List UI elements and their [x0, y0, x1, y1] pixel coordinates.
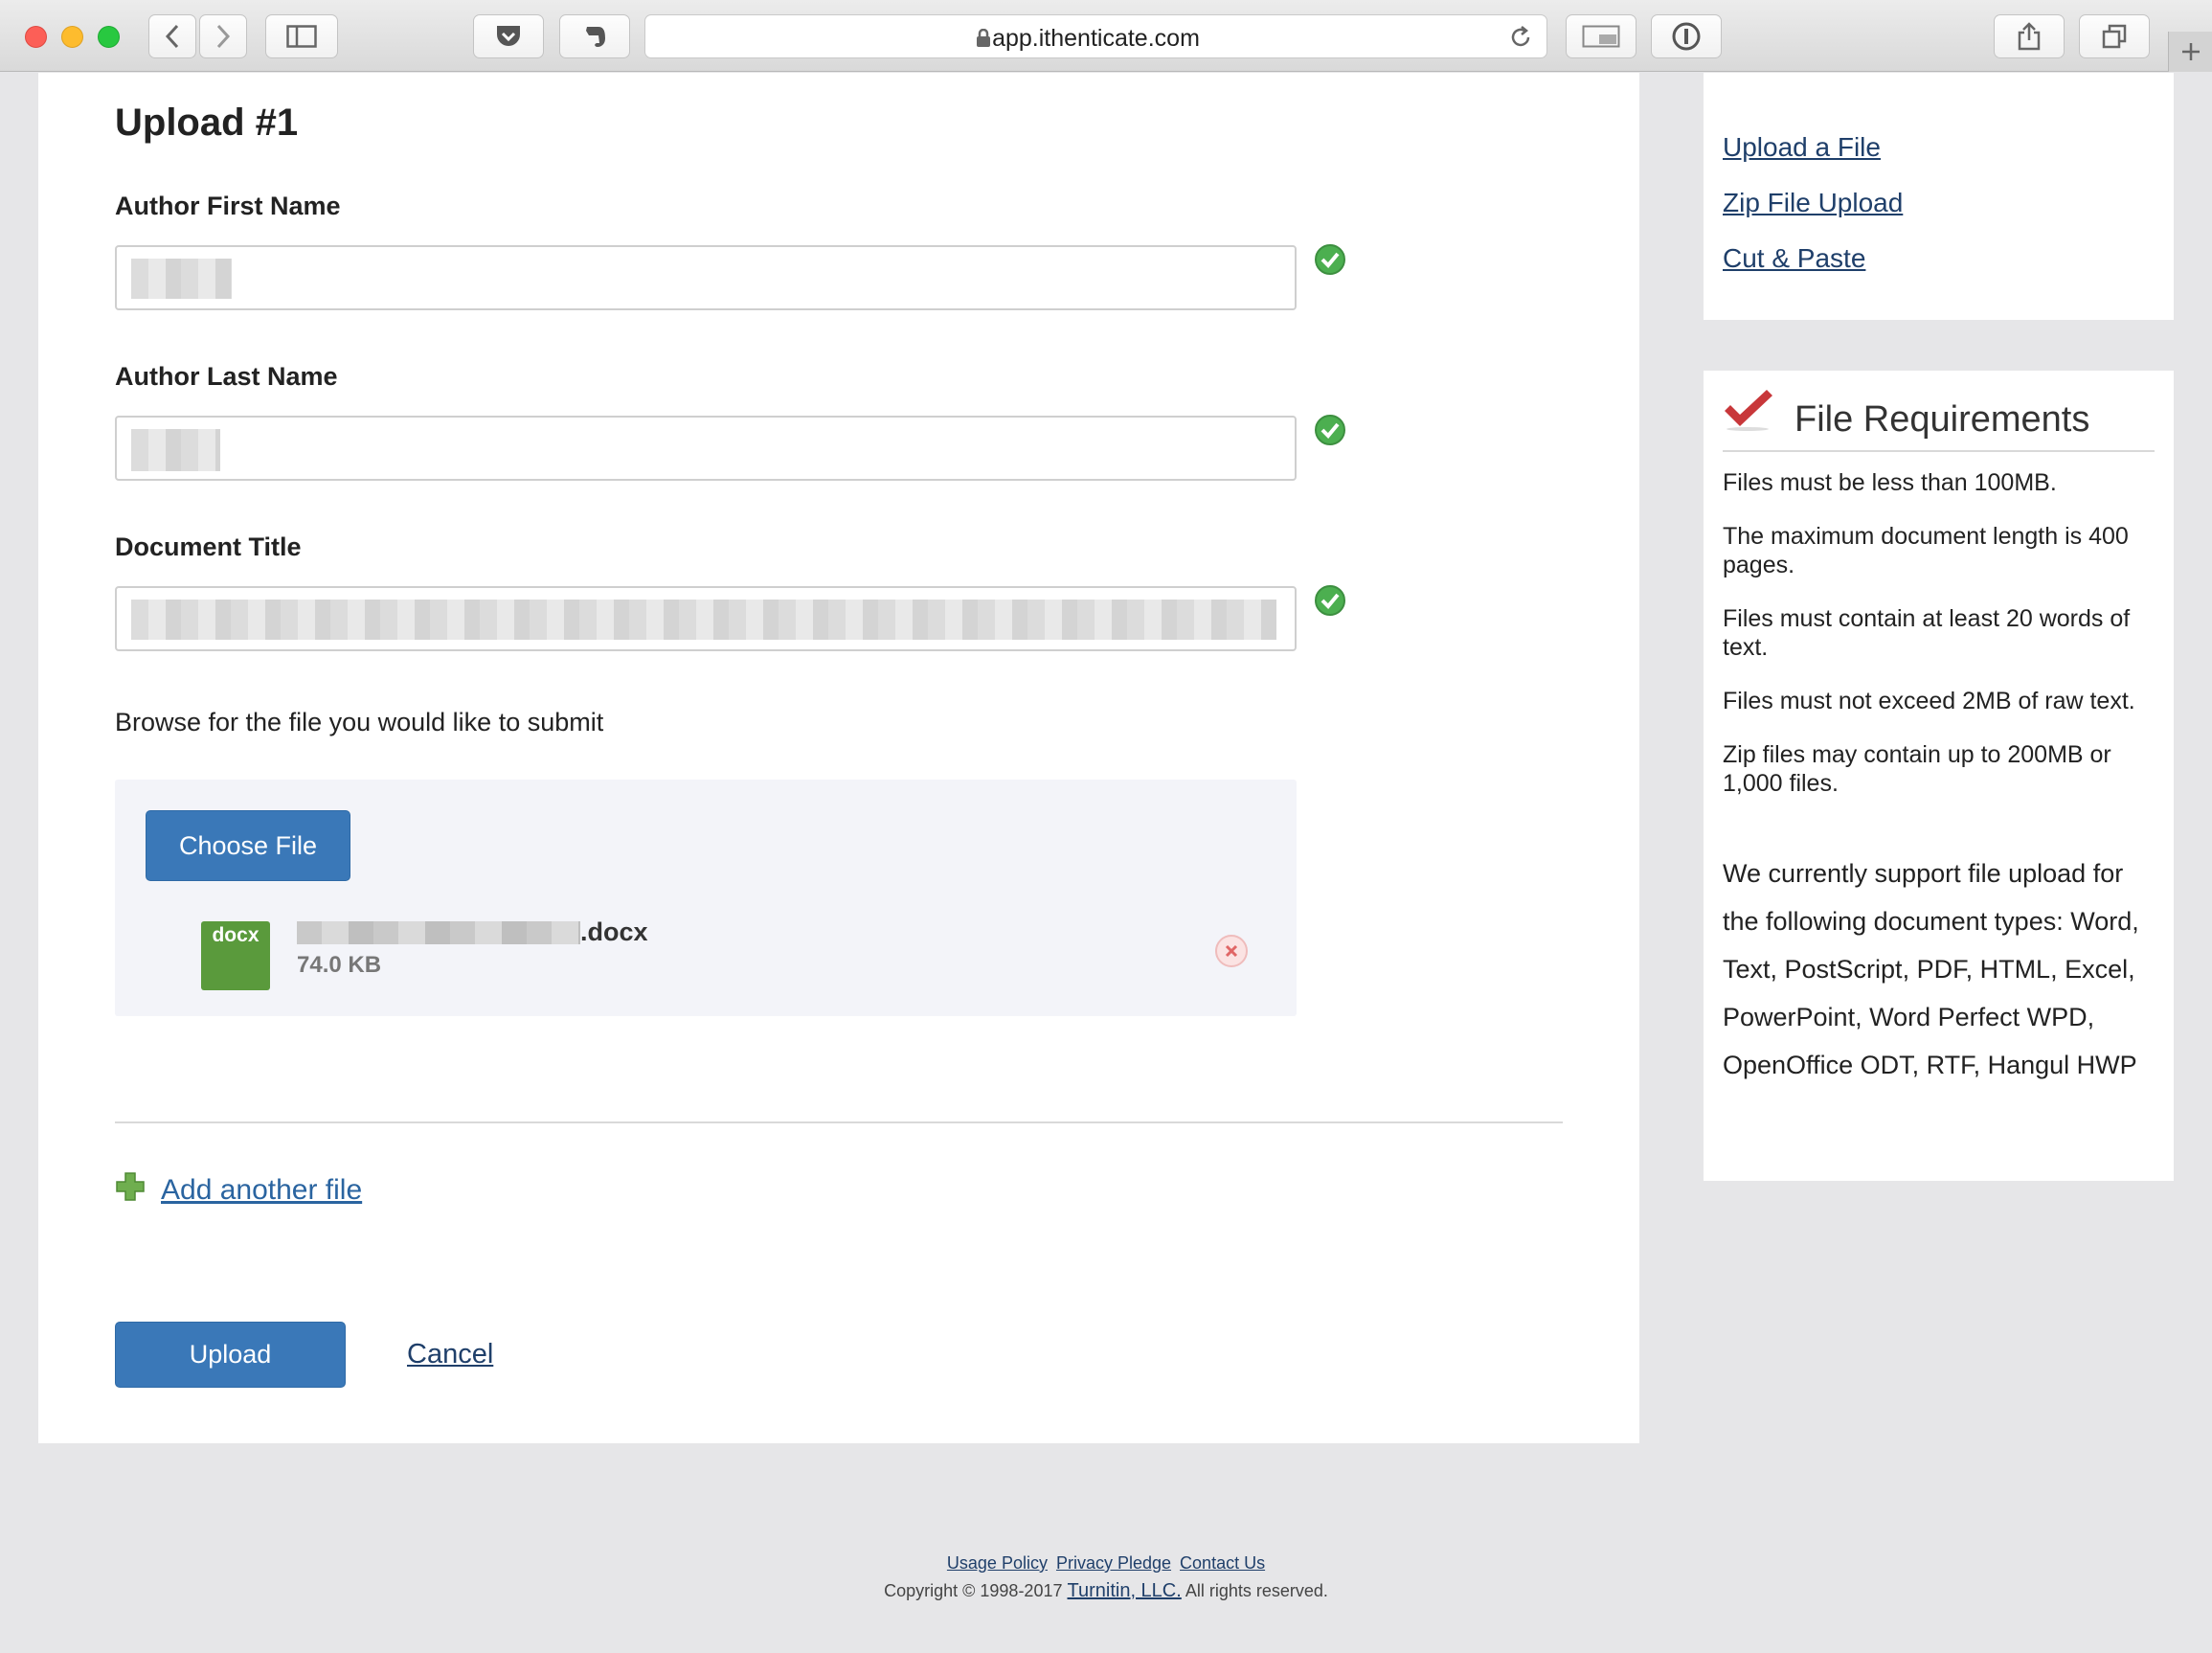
url-text: app.ithenticate.com — [992, 25, 1200, 52]
last-name-input[interactable] — [115, 416, 1297, 481]
picture-in-picture-icon — [1582, 25, 1620, 48]
zip-file-upload-link[interactable]: Zip File Upload — [1723, 188, 1903, 218]
new-tab-button[interactable] — [2168, 32, 2212, 72]
valid-check-icon — [1315, 415, 1345, 445]
last-name-label: Author Last Name — [115, 362, 338, 391]
chevron-left-icon — [165, 24, 179, 49]
elephant-icon — [586, 27, 605, 47]
file-requirements-panel: File Requirements Files must be less tha… — [1704, 371, 2174, 1181]
upload-a-file-link[interactable]: Upload a File — [1723, 132, 1881, 163]
close-window-button[interactable] — [25, 26, 47, 48]
chevron-right-icon — [216, 24, 231, 49]
file-size: 74.0 KB — [297, 952, 382, 978]
requirement-item: Files must not exceed 2MB of raw text. — [1723, 688, 2135, 714]
sidebar-icon — [286, 25, 317, 48]
1password-icon — [1672, 22, 1701, 51]
turnitin-link[interactable]: Turnitin, LLC. — [1068, 1580, 1182, 1601]
requirement-item: Zip files may contain up to 200MB or 1,0… — [1723, 741, 2111, 797]
redacted-value — [131, 429, 220, 471]
tabs-icon — [2102, 24, 2127, 49]
requirements-divider — [1723, 450, 2155, 452]
sidebar-toggle-button[interactable] — [265, 14, 338, 58]
first-name-input[interactable] — [115, 245, 1297, 310]
upload-form-panel: Upload #1 Author First Name Author Last … — [38, 73, 1639, 1443]
upload-button[interactable]: Upload — [115, 1322, 346, 1388]
requirement-item: Files must contain at least 20 words of … — [1723, 605, 2131, 661]
share-button[interactable] — [1994, 14, 2065, 58]
zoom-window-button[interactable] — [98, 26, 120, 48]
plus-icon — [2181, 43, 2200, 60]
docx-file-icon: docx — [201, 921, 270, 990]
copyright: Copyright © 1998-2017 Turnitin, LLC. All… — [0, 1580, 2212, 1602]
redacted-value — [131, 259, 232, 299]
valid-check-icon — [1315, 244, 1345, 275]
supported-types-text: We currently support file upload for the… — [1723, 859, 2139, 1079]
rights-text: All rights reserved. — [1185, 1581, 1328, 1600]
add-another-file-link[interactable]: Add another file — [161, 1174, 362, 1207]
pocket-icon — [497, 26, 520, 46]
privacy-pledge-link[interactable]: Privacy Pledge — [1056, 1553, 1171, 1573]
add-file-plus-icon[interactable] — [115, 1171, 146, 1202]
password-manager-button[interactable] — [1651, 14, 1722, 58]
checkmark-icon — [1725, 390, 1772, 431]
share-icon — [2018, 22, 2041, 51]
upload-methods-panel: Upload a File Zip File Upload Cut & Past… — [1704, 73, 2174, 320]
evernote-button[interactable] — [559, 14, 630, 58]
tabs-overview-button[interactable] — [2079, 14, 2150, 58]
footer-links: Usage Policy Privacy Pledge Contact Us — [0, 1553, 2212, 1574]
first-name-label: Author First Name — [115, 192, 341, 220]
usage-policy-link[interactable]: Usage Policy — [947, 1553, 1048, 1573]
browser-toolbar: app.ithenticate.com — [0, 0, 2212, 72]
copyright-prefix: Copyright © 1998-2017 — [884, 1581, 1063, 1600]
requirements-title: File Requirements — [1794, 399, 2090, 440]
valid-check-icon — [1315, 585, 1345, 616]
cancel-link[interactable]: Cancel — [407, 1339, 493, 1370]
section-divider — [115, 1121, 1563, 1123]
file-extension: .docx — [580, 917, 648, 946]
redacted-value — [131, 600, 1276, 640]
reader-button[interactable] — [1566, 14, 1636, 58]
pocket-button[interactable] — [473, 14, 544, 58]
cut-and-paste-link[interactable]: Cut & Paste — [1723, 243, 1865, 274]
minimize-window-button[interactable] — [61, 26, 83, 48]
address-bar[interactable]: app.ithenticate.com — [644, 14, 1547, 58]
requirement-item: Files must be less than 100MB. — [1723, 469, 2057, 496]
choose-file-button[interactable]: Choose File — [146, 810, 350, 881]
contact-us-link[interactable]: Contact Us — [1180, 1553, 1265, 1573]
document-title-input[interactable] — [115, 586, 1297, 651]
file-dropzone[interactable]: Choose File docx .docx 74.0 KB — [115, 780, 1297, 1016]
requirement-item: The maximum document length is 400 pages… — [1723, 523, 2129, 578]
reload-icon[interactable] — [1508, 25, 1533, 50]
browse-instructions: Browse for the file you would like to su… — [115, 708, 604, 736]
remove-file-icon[interactable] — [1214, 934, 1249, 968]
forward-button[interactable] — [199, 14, 247, 58]
redacted-filename — [297, 921, 580, 944]
document-title-label: Document Title — [115, 532, 302, 561]
page-title: Upload #1 — [115, 102, 299, 144]
back-button[interactable] — [148, 14, 196, 58]
